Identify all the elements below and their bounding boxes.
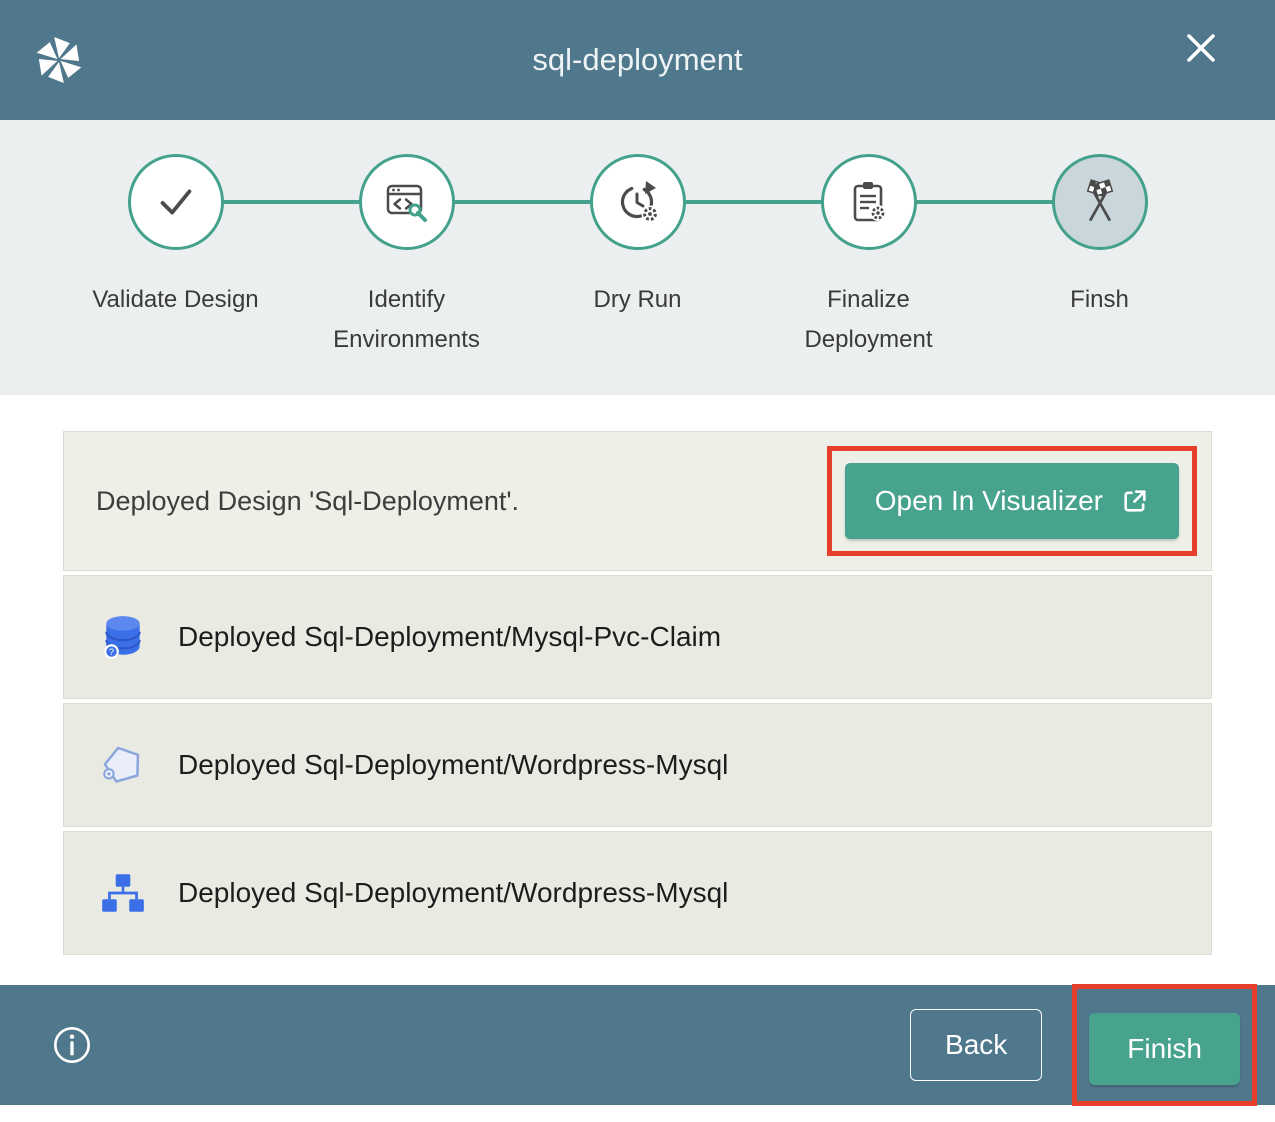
deployment-status-text: Deployed Sql-Deployment/Mysql-Pvc-Claim [178, 621, 721, 653]
deployment-status-text: Deployed Sql-Deployment/Wordpress-Mysql [178, 749, 728, 781]
code-wrench-icon [383, 178, 431, 226]
deployment-results: Deployed Design 'Sql-Deployment'. Open I… [0, 395, 1275, 985]
close-icon [1183, 30, 1219, 66]
info-icon [52, 1025, 92, 1065]
step-label: Dry Run [593, 280, 681, 320]
dry-run-gear-icon [614, 178, 662, 226]
step-identify-environments-circle[interactable] [359, 154, 455, 250]
step-finish: Finsh [984, 154, 1215, 360]
step-dry-run: Dry Run [522, 154, 753, 360]
visualizer-highlight-box: Open In Visualizer [827, 446, 1197, 556]
step-identify-environments: Identify Environments [291, 154, 522, 360]
step-label: Identify Environments [309, 280, 504, 360]
deployment-status-row: Deployed Sql-Deployment/Wordpress-Mysql [63, 831, 1212, 955]
step-validate-design: Validate Design [60, 154, 291, 360]
step-label: Validate Design [92, 280, 258, 320]
modal-title: sql-deployment [0, 42, 1275, 78]
bottom-strip [0, 1105, 1275, 1122]
deployed-design-text: Deployed Design 'Sql-Deployment'. [96, 486, 519, 517]
step-finish-circle[interactable] [1052, 154, 1148, 250]
pentagon-icon [98, 740, 148, 790]
svg-text:?: ? [109, 647, 114, 657]
step-label: Finsh [1070, 280, 1129, 320]
modal-header: sql-deployment [0, 0, 1275, 120]
deployment-status-row: Deployed Sql-Deployment/Wordpress-Mysql [63, 703, 1212, 827]
step-dry-run-circle[interactable] [590, 154, 686, 250]
back-button[interactable]: Back [910, 1009, 1042, 1081]
step-finalize-deployment: Finalize Deployment [753, 154, 984, 360]
checkered-flags-icon [1075, 177, 1125, 227]
step-finalize-deployment-circle[interactable] [821, 154, 917, 250]
external-link-icon [1121, 487, 1149, 515]
finish-highlight-box: Finish [1072, 984, 1257, 1106]
deployment-status-text: Deployed Sql-Deployment/Wordpress-Mysql [178, 877, 728, 909]
hierarchy-icon [98, 868, 148, 918]
close-button[interactable] [1179, 26, 1223, 70]
finish-button[interactable]: Finish [1089, 1013, 1240, 1085]
info-button[interactable] [52, 1025, 92, 1065]
open-in-visualizer-label: Open In Visualizer [875, 485, 1103, 517]
clipboard-gear-icon [845, 178, 893, 226]
database-icon: ? [98, 612, 148, 662]
summary-row: Deployed Design 'Sql-Deployment'. Open I… [63, 431, 1212, 571]
step-validate-design-circle[interactable] [128, 154, 224, 250]
check-icon [153, 179, 199, 225]
step-label: Finalize Deployment [771, 280, 966, 360]
deployment-status-row: ? Deployed Sql-Deployment/Mysql-Pvc-Clai… [63, 575, 1212, 699]
deployment-stepper: Validate Design Identify Environments [0, 120, 1275, 395]
open-in-visualizer-button[interactable]: Open In Visualizer [845, 463, 1179, 539]
meshery-logo-icon [30, 31, 88, 89]
modal-footer: Back Finish [0, 985, 1275, 1105]
